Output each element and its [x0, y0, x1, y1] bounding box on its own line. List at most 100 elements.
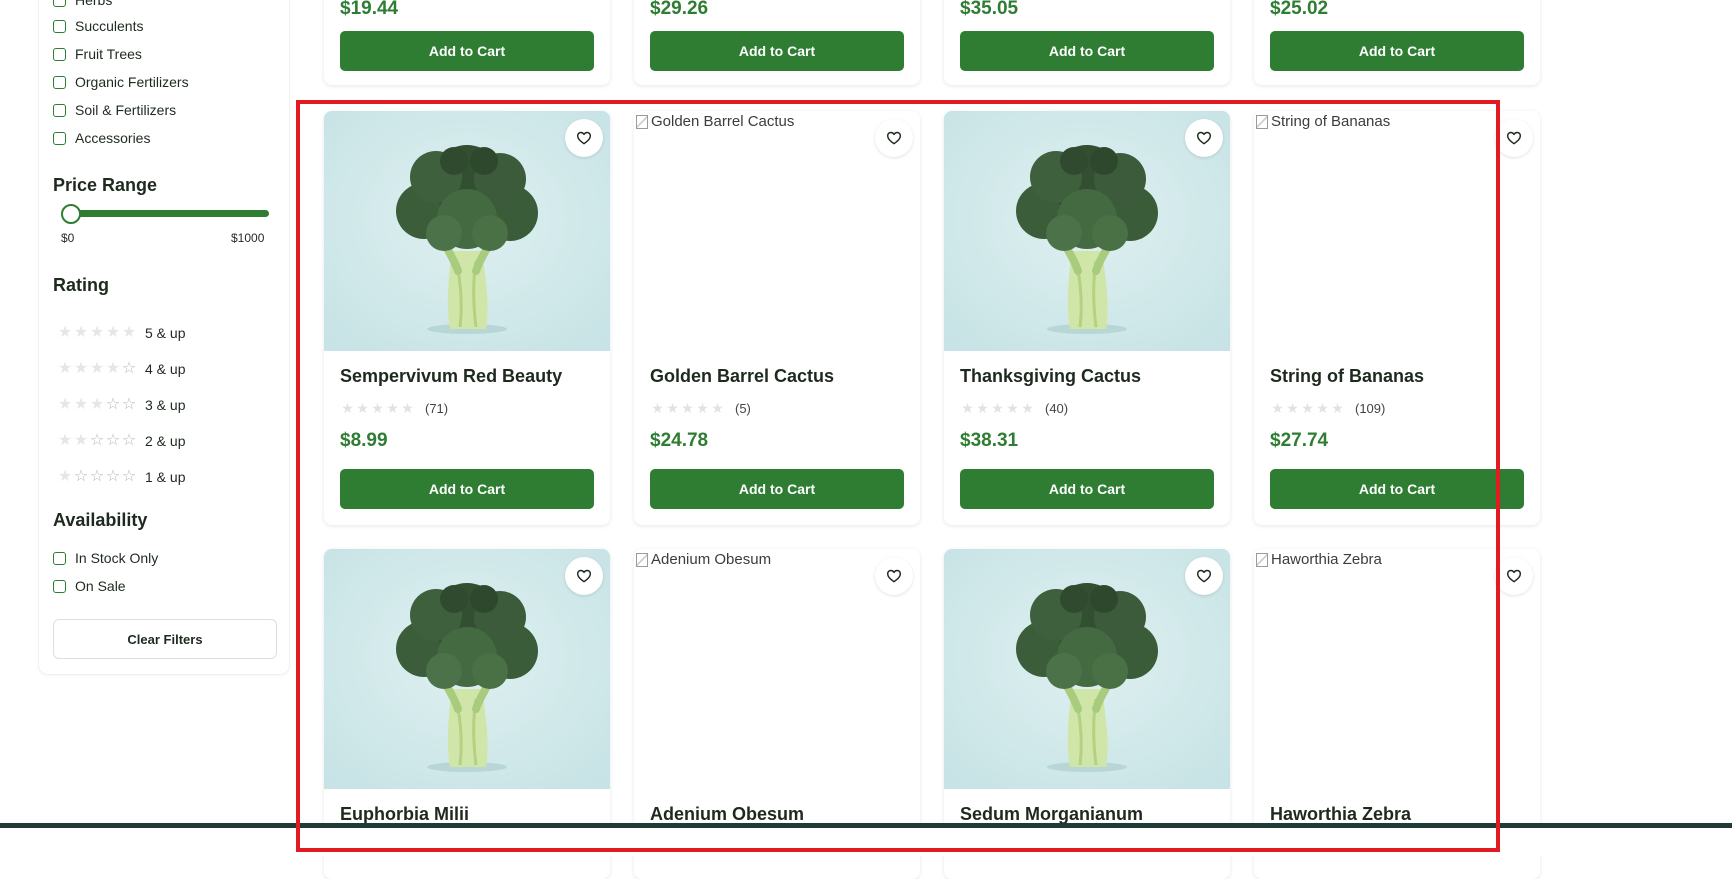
- product-image[interactable]: [324, 549, 610, 789]
- broken-image-icon: [1256, 552, 1268, 567]
- favorite-button[interactable]: [1495, 119, 1533, 157]
- heart-icon: [1196, 131, 1212, 145]
- category-succulents[interactable]: Succulents: [53, 16, 143, 36]
- product-price: $8.99: [340, 430, 388, 451]
- rating-filter-5[interactable]: ★ ★ ★ ★ ★ 5 & up: [57, 323, 186, 343]
- product-rating: ★ ★ ★ ★ ★ (40): [960, 400, 1068, 417]
- star-icon: ★: [89, 324, 105, 341]
- add-to-cart-button[interactable]: Add to Cart: [1270, 469, 1524, 509]
- checkbox[interactable]: [53, 579, 66, 593]
- product-name[interactable]: Adenium Obesum: [650, 804, 804, 825]
- product-name[interactable]: Euphorbia Milii: [340, 804, 469, 825]
- product-price: $24.78: [650, 430, 709, 451]
- star-icon: ★: [681, 400, 694, 416]
- star-icon: ☆: [105, 468, 121, 485]
- clear-filters-button[interactable]: Clear Filters: [53, 619, 277, 659]
- product-card: Thanksgiving Cactus ★ ★ ★ ★ ★ (40) $38.31 Add to…: [944, 111, 1230, 525]
- product-price: $27.74: [1270, 430, 1329, 451]
- product-card: $35.05 Add to Cart: [944, 0, 1230, 85]
- rating-filter-2[interactable]: ★ ★ ☆ ☆ ☆ 2 & up: [57, 431, 186, 451]
- product-card: $25.02 Add to Cart: [1254, 0, 1540, 85]
- star-icon: ☆: [121, 432, 137, 449]
- star-icon: ★: [401, 400, 414, 416]
- rating-filter-4[interactable]: ★ ★ ★ ★ ☆ 4 & up: [57, 359, 186, 379]
- checkbox[interactable]: [53, 19, 66, 33]
- review-count: (109): [1355, 401, 1386, 416]
- product-name[interactable]: Haworthia Zebra: [1270, 804, 1411, 825]
- add-to-cart-button[interactable]: Add to Cart: [340, 31, 594, 71]
- rating-filter-3[interactable]: ★ ★ ★ ☆ ☆ 3 & up: [57, 395, 186, 415]
- category-label: Fruit Trees: [75, 46, 142, 62]
- checkbox[interactable]: [53, 103, 66, 117]
- favorite-button[interactable]: [875, 119, 913, 157]
- favorite-button[interactable]: [565, 119, 603, 157]
- favorite-button[interactable]: [1495, 557, 1533, 595]
- add-to-cart-button[interactable]: Add to Cart: [960, 469, 1214, 509]
- product-image[interactable]: [944, 549, 1230, 789]
- price-range-title: Price Range: [53, 175, 158, 195]
- star-icon: ☆: [105, 396, 121, 413]
- checkbox[interactable]: [53, 47, 66, 61]
- availability-label: On Sale: [75, 578, 126, 594]
- checkbox[interactable]: [53, 551, 66, 565]
- category-soil-fertilizers[interactable]: Soil & Fertilizers: [53, 100, 176, 120]
- checkbox[interactable]: [53, 131, 66, 145]
- product-image[interactable]: String of Bananas: [1254, 111, 1540, 351]
- rating-stars: ★ ★ ★ ☆ ☆: [57, 397, 137, 413]
- checkbox[interactable]: [53, 75, 66, 89]
- in-stock-filter[interactable]: In Stock Only: [53, 548, 158, 568]
- product-name[interactable]: Thanksgiving Cactus: [960, 366, 1141, 387]
- heart-icon: [886, 131, 902, 145]
- star-icon: ★: [57, 396, 73, 413]
- price-slider-thumb[interactable]: [61, 204, 81, 224]
- category-organic-fertilizers[interactable]: Organic Fertilizers: [53, 72, 189, 92]
- star-icon: ★: [57, 432, 73, 449]
- star-icon: ★: [1006, 400, 1019, 416]
- add-to-cart-button[interactable]: Add to Cart: [650, 31, 904, 71]
- product-image[interactable]: Golden Barrel Cactus: [634, 111, 920, 351]
- star-icon: ★: [976, 400, 989, 416]
- star-icon: ★: [1286, 400, 1299, 416]
- product-image[interactable]: [324, 111, 610, 351]
- star-icon: ★: [73, 432, 89, 449]
- add-to-cart-button[interactable]: Add to Cart: [960, 31, 1214, 71]
- category-fruit-trees[interactable]: Fruit Trees: [53, 44, 142, 64]
- product-name[interactable]: String of Bananas: [1270, 366, 1424, 387]
- favorite-button[interactable]: [875, 557, 913, 595]
- heart-icon: [1506, 131, 1522, 145]
- checkbox[interactable]: [53, 0, 66, 7]
- product-rating: ★ ★ ★ ★ ★ (109): [1270, 400, 1386, 417]
- product-image[interactable]: Haworthia Zebra: [1254, 549, 1540, 789]
- star-icon: ★: [89, 396, 105, 413]
- star-icon: ★: [105, 324, 121, 341]
- on-sale-filter[interactable]: On Sale: [53, 576, 126, 596]
- category-herbs[interactable]: Herbs: [53, 0, 112, 10]
- favorite-button[interactable]: [1185, 119, 1223, 157]
- rating-filter-1[interactable]: ★ ☆ ☆ ☆ ☆ 1 & up: [57, 467, 186, 487]
- price-slider-track[interactable]: [65, 210, 269, 217]
- rating-label: 4 & up: [145, 361, 186, 377]
- add-to-cart-button[interactable]: Add to Cart: [1270, 31, 1524, 71]
- add-to-cart-button[interactable]: Add to Cart: [340, 469, 594, 509]
- add-to-cart-button[interactable]: Add to Cart: [650, 469, 904, 509]
- product-image[interactable]: Adenium Obesum: [634, 549, 920, 789]
- category-label: Succulents: [75, 18, 144, 34]
- product-name[interactable]: Golden Barrel Cactus: [650, 366, 834, 387]
- favorite-button[interactable]: [565, 557, 603, 595]
- category-label: Accessories: [75, 130, 151, 146]
- rating-stars: ★ ☆ ☆ ☆ ☆: [57, 469, 137, 485]
- star-icon: ★: [57, 324, 73, 341]
- rating-title: Rating: [53, 275, 109, 295]
- star-icon: ★: [356, 400, 369, 416]
- rating-stars: ★ ★ ★ ★ ★: [57, 325, 137, 341]
- favorite-button[interactable]: [1185, 557, 1223, 595]
- star-icon: ★: [57, 468, 73, 485]
- product-name[interactable]: Sempervivum Red Beauty: [340, 366, 562, 387]
- product-name[interactable]: Sedum Morganianum: [960, 804, 1143, 825]
- star-icon: ★: [711, 400, 724, 416]
- review-count: (5): [735, 401, 751, 416]
- broken-image-icon: [1256, 114, 1268, 129]
- broken-image-icon: [636, 114, 648, 129]
- category-accessories[interactable]: Accessories: [53, 128, 150, 148]
- product-image[interactable]: [944, 111, 1230, 351]
